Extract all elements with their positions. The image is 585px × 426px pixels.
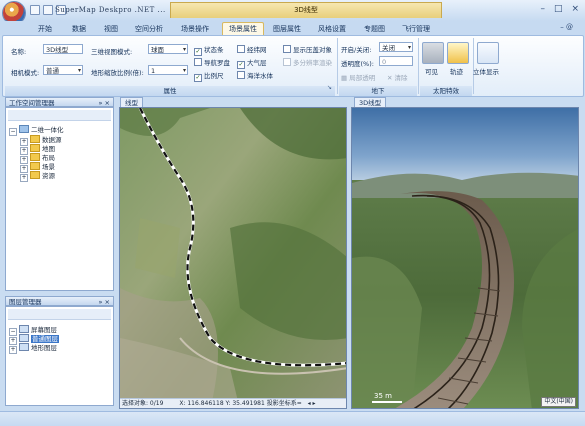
track-label: 轨迹 (450, 68, 463, 76)
app-title: SuperMap Deskpro .NET ... (55, 6, 166, 14)
graticule-checkbox[interactable]: 经纬网 (237, 44, 267, 54)
camera-mode-label: 相机模式: (11, 69, 40, 77)
ime-indicator[interactable]: 中文(中国) (541, 397, 576, 407)
local-transparent-icon: ▦ (341, 74, 350, 82)
close-button[interactable]: × (571, 4, 579, 14)
name-input[interactable]: 3D线型 (43, 44, 83, 54)
layer-item-terrain[interactable]: + 地形图层 (9, 342, 57, 354)
map-coordinates: X: 116.846118 Y: 35.491981 投影坐标系= (179, 400, 302, 407)
local-transparent-button: ▦ 局部透明 (341, 74, 376, 82)
layer-toolbar (8, 309, 111, 320)
group-property-label: 属性 (5, 86, 335, 96)
group-underground-label: 地下 (339, 86, 417, 96)
title-bar: SuperMap Deskpro .NET ... 3D线型 – □ × (0, 0, 585, 24)
context-tab-group: 3D线型 (170, 2, 442, 18)
ribbon-panel: 名称: 3D线型 相机模式: 普通 三维视图模式: 球面 地形缩放比例(倍): … (2, 35, 584, 97)
workspace-manager-header: 工作空间管理器 » × (5, 97, 114, 107)
scene-3d-render (352, 108, 578, 408)
new-icon[interactable] (30, 5, 40, 15)
view-mode-select[interactable]: 球面 (148, 44, 188, 55)
status-bar-checkbox[interactable]: ✓ 状态条 (194, 44, 224, 56)
map-selection-status: 选择对象: 0/19 (122, 400, 164, 407)
status-bar (0, 411, 585, 426)
tab-scene-operation[interactable]: 场景操作 (181, 24, 209, 34)
maximize-button[interactable]: □ (554, 4, 563, 14)
sun-track-icon[interactable] (447, 42, 469, 64)
name-label: 名称: (11, 48, 27, 56)
ground-onoff-label: 开启/关闭: (341, 46, 372, 54)
map-view[interactable]: 选择对象: 0/19 X: 116.846118 Y: 35.491981 投影… (119, 107, 347, 409)
layer-manager-header: 图层管理器 » × (5, 296, 114, 306)
map-scroll-arrows[interactable]: ◂ ▸ (304, 400, 316, 407)
map-status-bar: 选择对象: 0/19 X: 116.846118 Y: 35.491981 投影… (120, 398, 346, 408)
scene-scale-bar (372, 401, 402, 403)
atmosphere-checkbox[interactable]: ✓ 大气层 (237, 57, 267, 69)
view-mode-label: 三维视图模式: (91, 48, 133, 56)
workspace-tree: − 二维一体化 + 数据源 + 地图 + 布局 + 场景 + 资源 (5, 107, 114, 291)
terrain-scale-select[interactable]: 1 (148, 65, 188, 76)
ribbon-tab-bar: 开始 数据 视图 空间分析 场景操作 场景属性 图层属性 风格设置 专题图 飞行… (0, 21, 585, 35)
scene-view[interactable]: 35 m 中文(中国) (351, 107, 579, 409)
tab-scene-properties[interactable]: 场景属性 (222, 22, 264, 35)
visible-label: 可见 (425, 68, 438, 76)
show-overlap-checkbox[interactable]: 显示压盖对象 (283, 44, 332, 54)
terrain-scale-label: 地形缩放比例(倍): (91, 69, 144, 77)
dialog-launcher-icon[interactable]: ↘ (327, 84, 332, 91)
workspace-toolbar (8, 110, 111, 121)
tab-layer-properties[interactable]: 图层属性 (273, 24, 301, 34)
tree-item-resource[interactable]: + 资源 (20, 170, 55, 182)
separator (337, 38, 338, 94)
multi-resolution-checkbox: 多分辨率渲染 (283, 57, 332, 67)
camera-mode-select[interactable]: 普通 (43, 65, 83, 76)
separator (418, 38, 419, 94)
tab-start[interactable]: 开始 (38, 24, 52, 34)
tab-style-settings[interactable]: 风格设置 (318, 24, 346, 34)
open-icon[interactable] (43, 5, 53, 15)
group-sun-label: 太阳特效 (420, 86, 472, 96)
sun-visible-icon[interactable] (422, 42, 444, 64)
ribbon-help[interactable]: – @ (560, 23, 573, 31)
ocean-water-checkbox[interactable]: 海洋水体 (237, 70, 273, 80)
window-controls: – □ × (540, 4, 579, 14)
scale-bar-checkbox[interactable]: ✓ 比例尺 (194, 70, 224, 82)
tab-spatial-analysis[interactable]: 空间分析 (135, 24, 163, 34)
transparency-label: 透明度(%): (341, 60, 374, 68)
layer-tree: − 屏幕图层 + 普通图层 + 地形图层 (5, 306, 114, 406)
tab-data[interactable]: 数据 (72, 24, 86, 34)
minimize-button[interactable]: – (540, 4, 545, 14)
ground-onoff-select[interactable]: 关闭 (379, 42, 413, 53)
navigation-compass-checkbox[interactable]: 导航罗盘 (194, 57, 230, 67)
stereo-display-label: 立体显示 (473, 68, 499, 76)
tab-flight-management[interactable]: 飞行管理 (402, 24, 430, 34)
transparency-input[interactable]: 0 (379, 56, 413, 66)
scene-scale-text: 35 m (374, 392, 392, 400)
clear-button: ✕ 清除 (387, 74, 408, 82)
stereo-display-icon[interactable] (477, 42, 499, 64)
satellite-map (120, 108, 346, 408)
clear-icon: ✕ (387, 74, 395, 82)
tab-view[interactable]: 视图 (104, 24, 118, 34)
tab-thematic-map[interactable]: 专题图 (364, 24, 385, 34)
